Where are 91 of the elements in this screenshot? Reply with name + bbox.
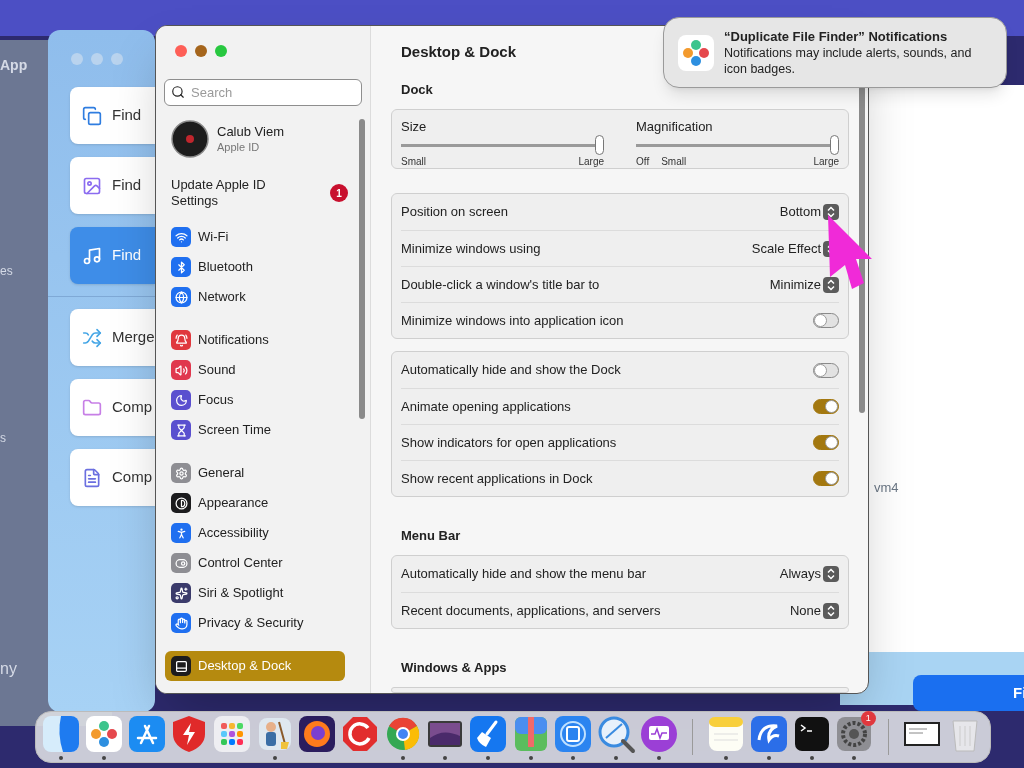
broom-icon[interactable] bbox=[468, 714, 509, 754]
monitor-icon[interactable] bbox=[638, 714, 679, 754]
toggle-switch[interactable] bbox=[813, 399, 839, 414]
music-icon bbox=[82, 245, 102, 266]
setting-label: Automatically hide and show the menu bar bbox=[401, 565, 646, 584]
document-icon bbox=[82, 467, 102, 488]
section-heading: Dock bbox=[401, 82, 434, 98]
slider-mark-label: Off bbox=[636, 156, 650, 168]
sidebar-item[interactable]: Wi-Fi bbox=[165, 222, 345, 252]
chevrons-icon bbox=[823, 276, 839, 293]
slider-label: Magnification bbox=[636, 119, 714, 135]
section-heading: Windows & Apps bbox=[401, 660, 508, 676]
setting-label: Show indicators for open applications bbox=[401, 433, 617, 452]
toggle-switch[interactable] bbox=[813, 313, 839, 328]
scrollbar[interactable] bbox=[859, 86, 865, 413]
sidebar-item[interactable]: Notifications bbox=[165, 325, 345, 355]
cut-label: ny bbox=[0, 659, 17, 679]
toggle-switch[interactable] bbox=[813, 435, 839, 450]
notification-body: Notifications may include alerts, sounds, and icon badges. bbox=[724, 44, 973, 77]
account-subtitle: Apple ID bbox=[217, 140, 261, 154]
account-name: Calub Viem bbox=[217, 124, 284, 140]
cut-label: App bbox=[0, 56, 28, 75]
sidebar-item[interactable]: Focus bbox=[165, 385, 345, 415]
sidebar-item[interactable]: Screen Time bbox=[165, 415, 345, 445]
sidebar-item[interactable]: Control Center bbox=[165, 548, 345, 578]
notification-badge: 1 bbox=[330, 184, 348, 202]
feature-card[interactable]: Find bbox=[70, 87, 155, 144]
slider-label: Size bbox=[401, 119, 428, 135]
window-control[interactable] bbox=[175, 45, 187, 57]
setting-label: Position on screen bbox=[401, 203, 508, 222]
slider-thumb[interactable] bbox=[595, 135, 604, 155]
slider-mark-label: Large bbox=[813, 156, 839, 168]
image-icon bbox=[82, 175, 102, 196]
sidebar-item[interactable]: Sound bbox=[165, 355, 345, 385]
popup-button[interactable]: Bottom bbox=[779, 202, 839, 222]
slider-mark-label: Large bbox=[578, 156, 604, 168]
chevrons-icon bbox=[823, 566, 839, 582]
folder-icon bbox=[82, 397, 102, 418]
section-heading: Menu Bar bbox=[401, 528, 462, 544]
sidebar-item[interactable]: General bbox=[165, 458, 345, 488]
avatar bbox=[171, 120, 209, 158]
setting-label: Animate opening applications bbox=[401, 397, 571, 416]
chevrons-icon bbox=[823, 204, 839, 220]
sidebar-item[interactable]: Network bbox=[165, 282, 345, 312]
slider-mark-label: Small bbox=[401, 156, 426, 168]
sidebar-item[interactable]: Appearance bbox=[165, 488, 345, 518]
window-control[interactable] bbox=[215, 45, 227, 57]
grid-icon[interactable] bbox=[212, 714, 252, 754]
feature-card[interactable]: Merge bbox=[70, 309, 155, 366]
feature-card[interactable]: Find bbox=[70, 157, 155, 214]
merge-icon bbox=[82, 327, 102, 348]
document-tile-icon[interactable] bbox=[553, 714, 594, 754]
cut-label: es bbox=[0, 263, 13, 280]
file-label: vm4 bbox=[874, 479, 899, 497]
notification-title: “Duplicate File Finder” Notifications bbox=[724, 28, 949, 45]
setting-label: Recent documents, applications, and servers bbox=[401, 601, 661, 620]
toggle-switch[interactable] bbox=[813, 362, 839, 378]
sidebar-item[interactable]: Siri & Spotlight bbox=[165, 578, 345, 608]
setting-label: Show recent applications in Dock bbox=[401, 469, 593, 488]
setting-label: Minimize windows into application icon bbox=[401, 311, 624, 330]
app-store-icon[interactable] bbox=[126, 714, 167, 754]
chevrons-icon bbox=[823, 602, 839, 619]
setting-label: Double-click a window's title bar to bbox=[401, 275, 600, 294]
popup-button[interactable]: Minimize bbox=[769, 274, 839, 295]
search-icon bbox=[171, 85, 185, 99]
search-field[interactable]: Search bbox=[164, 79, 362, 106]
setting-label: Minimize windows using bbox=[401, 239, 541, 258]
scrollbar[interactable] bbox=[359, 119, 365, 419]
four-dots-icon bbox=[677, 33, 715, 72]
popup-button[interactable]: None bbox=[789, 600, 839, 621]
sidebar-item[interactable]: Privacy & Security bbox=[165, 608, 345, 638]
popup-button[interactable]: Always bbox=[779, 564, 839, 584]
feature-card[interactable]: Comp bbox=[70, 379, 155, 436]
slider-thumb[interactable] bbox=[830, 135, 839, 155]
magnifier-icon[interactable] bbox=[596, 714, 637, 754]
split-tile-icon[interactable] bbox=[41, 714, 82, 754]
cut-label: s bbox=[0, 430, 6, 447]
page-title: Desktop & Dock bbox=[401, 42, 517, 62]
setting-label: Automatically hide and show the Dock bbox=[401, 361, 621, 380]
toggle-switch[interactable] bbox=[813, 471, 839, 486]
four-dots-icon[interactable] bbox=[84, 714, 124, 754]
feature-card[interactable]: Comp bbox=[70, 449, 155, 506]
window-control[interactable] bbox=[195, 45, 207, 57]
sidebar-item[interactable]: Accessibility bbox=[165, 518, 345, 548]
wave-icon[interactable] bbox=[749, 714, 790, 754]
copy-icon bbox=[82, 105, 102, 126]
ring-icon[interactable] bbox=[297, 714, 338, 754]
sidebar-item[interactable]: Bluetooth bbox=[165, 252, 345, 282]
cursor-icon bbox=[826, 213, 874, 291]
slider-mark-label: Small bbox=[661, 156, 687, 168]
update-link[interactable]: Update Apple ID Settings bbox=[171, 177, 301, 209]
